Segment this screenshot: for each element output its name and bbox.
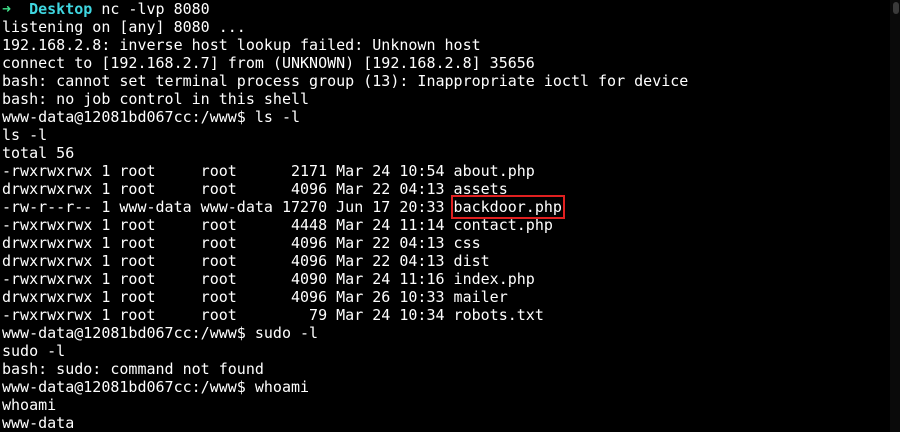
listing-row: drwxrwxrwx 1 root root 4096 Mar 22 04:13… (0, 252, 900, 270)
prompt-command: nc -lvp 8080 (101, 0, 210, 18)
output-line: bash: no job control in this shell (2, 90, 310, 108)
listing-row: -rwxrwxrwx 1 root root 2171 Mar 24 10:54… (0, 162, 900, 180)
output-line: connect to [192.168.2.7] from (UNKNOWN) … (2, 54, 535, 72)
listing-meta: -rwxrwxrwx 1 root root 2171 Mar 24 10:54 (2, 162, 454, 180)
output-line: www-data (2, 414, 75, 432)
listing-filename: contact.php (453, 216, 553, 234)
listing-filename: mailer (453, 288, 508, 306)
output-line: bash: sudo: command not found (2, 360, 264, 378)
output-line: ls -l (2, 126, 48, 144)
listing-meta: -rwxrwxrwx 1 root root 4448 Mar 24 11:14 (2, 216, 454, 234)
listing-meta: drwxrwxrwx 1 root root 4096 Mar 26 10:33 (2, 288, 454, 306)
output-line: whoami (2, 396, 57, 414)
listing-row: drwxrwxrwx 1 root root 4096 Mar 22 04:13… (0, 234, 900, 252)
listing-filename: index.php (453, 270, 535, 288)
listing-filename: css (453, 234, 481, 252)
prompt-line: ➜ Desktop nc -lvp 8080 (0, 0, 900, 18)
output-line: sudo -l (2, 342, 66, 360)
output-line: listening on [any] 8080 ... (2, 18, 246, 36)
listing-row: -rwxrwxrwx 1 root root 4448 Mar 24 11:14… (0, 216, 900, 234)
shell-prompt-line: www-data@12081bd067cc:/www$ ls -l (2, 108, 301, 126)
listing-meta: -rwxrwxrwx 1 root root 79 Mar 24 10:34 (2, 306, 454, 324)
scrollbar[interactable] (890, 0, 900, 432)
listing-filename: assets (453, 180, 508, 198)
listing-filename: dist (453, 252, 490, 270)
output-line: total 56 (2, 144, 75, 162)
shell-prompt-line: www-data@12081bd067cc:/www$ whoami (2, 378, 310, 396)
listing-meta: -rwxrwxrwx 1 root root 4090 Mar 24 11:16 (2, 270, 454, 288)
listing-filename: about.php (453, 162, 535, 180)
shell-prompt-line: www-data@12081bd067cc:/www$ sudo -l (2, 324, 319, 342)
terminal-window[interactable]: ➜ Desktop nc -lvp 8080 listening on [any… (0, 0, 900, 432)
prompt-directory: Desktop (29, 0, 93, 18)
listing-row: -rwxrwxrwx 1 root root 4090 Mar 24 11:16… (0, 270, 900, 288)
arrow-icon: ➜ (2, 0, 12, 18)
output-line: 192.168.2.8: inverse host lookup failed:… (2, 36, 481, 54)
listing-row: drwxrwxrwx 1 root root 4096 Mar 22 04:13… (0, 180, 900, 198)
listing-filename: robots.txt (453, 306, 544, 324)
listing-row: -rw-r--r-- 1 www-data www-data 17270 Jun… (0, 195, 900, 219)
listing-meta: -rw-r--r-- 1 www-data www-data 17270 Jun… (2, 198, 454, 216)
listing-row: -rwxrwxrwx 1 root root 79 Mar 24 10:34 r… (0, 306, 900, 324)
listing-meta: drwxrwxrwx 1 root root 4096 Mar 22 04:13 (2, 180, 454, 198)
listing-row: drwxrwxrwx 1 root root 4096 Mar 26 10:33… (0, 288, 900, 306)
output-line: bash: cannot set terminal process group … (2, 72, 689, 90)
listing-meta: drwxrwxrwx 1 root root 4096 Mar 22 04:13 (2, 252, 454, 270)
listing-meta: drwxrwxrwx 1 root root 4096 Mar 22 04:13 (2, 234, 454, 252)
scrollbar-thumb[interactable] (893, 2, 899, 14)
highlighted-filename: backdoor.php (450, 195, 565, 219)
